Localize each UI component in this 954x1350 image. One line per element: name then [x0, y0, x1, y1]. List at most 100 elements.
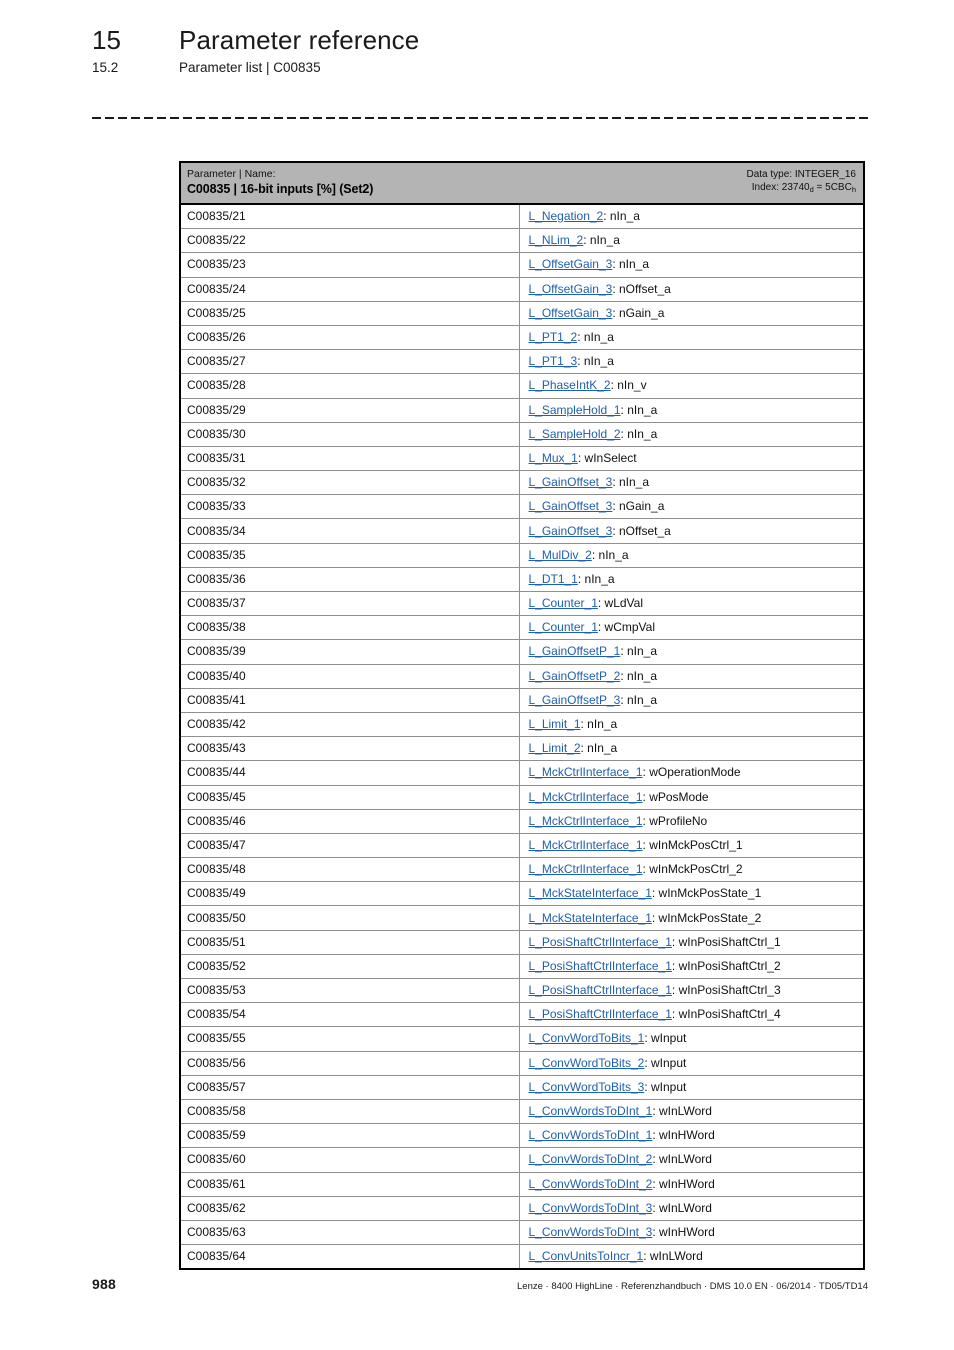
function-block-link[interactable]: L_Limit_1 — [528, 717, 580, 731]
parameter-cell: C00835/59 — [180, 1123, 521, 1148]
parameter-cell: C00835/34 — [180, 518, 521, 544]
parameter-id: C00835/32 — [187, 475, 246, 490]
table-row: C00835/29 L_SampleHold_1: nIn_a — [180, 397, 864, 423]
signal-cell: L_Mux_1: wInSelect — [519, 445, 864, 471]
function-block-link[interactable]: L_Negation_2 — [528, 209, 603, 223]
signal-text: L_MckCtrlInterface_1: wPosMode — [520, 790, 863, 805]
table-row: C00835/23 L_OffsetGain_3: nIn_a — [180, 252, 864, 278]
function-block-link[interactable]: L_MckStateInterface_1 — [528, 911, 651, 925]
function-block-link[interactable]: L_GainOffsetP_2 — [528, 669, 620, 683]
function-block-link[interactable]: L_PT1_3 — [528, 354, 577, 368]
signal-cell: L_OffsetGain_3: nOffset_a — [519, 276, 864, 302]
signal-cell: L_ConvUnitsToIncr_1: wInLWord — [519, 1244, 864, 1270]
parameter-cell: C00835/53 — [180, 977, 521, 1003]
function-block-link[interactable]: L_ConvWordsToDInt_2 — [528, 1177, 652, 1191]
section-heading: 15.2 Parameter list | C00835 — [92, 58, 868, 78]
function-block-link[interactable]: L_MulDiv_2 — [528, 548, 591, 562]
signal-cell: L_PhaseIntK_2: nIn_v — [519, 373, 864, 398]
signal-cell: L_DT1_1: nIn_a — [519, 566, 864, 592]
function-block-link[interactable]: L_ConvUnitsToIncr_1 — [528, 1249, 643, 1263]
function-block-link[interactable]: L_ConvWordToBits_2 — [528, 1056, 644, 1070]
table-row: C00835/42 L_Limit_1: nIn_a — [180, 711, 864, 737]
table-row: C00835/63 L_ConvWordsToDInt_3: wInHWord — [180, 1219, 864, 1245]
signal-cell: L_ConvWordsToDInt_3: wInHWord — [519, 1219, 864, 1245]
function-block-link[interactable]: L_MckCtrlInterface_1 — [528, 838, 642, 852]
parameter-id: C00835/37 — [187, 596, 246, 611]
signal-text: L_ConvWordsToDInt_2: wInLWord — [520, 1152, 863, 1167]
function-block-link[interactable]: L_ConvWordsToDInt_2 — [528, 1152, 652, 1166]
parameter-table-container: Parameter | Name: C00835 | 16-bit inputs… — [179, 161, 865, 1271]
index-prefix: Index: 23740 — [751, 181, 810, 193]
function-block-link[interactable]: L_MckCtrlInterface_1 — [528, 765, 642, 779]
parameter-cell: C00835/50 — [180, 905, 521, 931]
table-header-cell: Parameter | Name: C00835 | 16-bit inputs… — [180, 162, 864, 205]
parameter-cell: C00835/29 — [180, 397, 521, 423]
function-block-link[interactable]: L_PosiShaftCtrlInterface_1 — [528, 983, 671, 997]
function-block-link[interactable]: L_Mux_1 — [528, 451, 577, 465]
function-block-link[interactable]: L_PosiShaftCtrlInterface_1 — [528, 935, 671, 949]
function-block-link[interactable]: L_Counter_1 — [528, 596, 597, 610]
function-block-link[interactable]: L_GainOffsetP_1 — [528, 644, 620, 658]
signal-suffix: : wInput — [644, 1031, 687, 1046]
parameter-id: C00835/53 — [187, 983, 246, 998]
function-block-link[interactable]: L_ConvWordsToDInt_3 — [528, 1201, 652, 1215]
function-block-link[interactable]: L_GainOffset_3 — [528, 499, 612, 513]
index-subscript-h: h — [851, 184, 856, 194]
function-block-link[interactable]: L_ConvWordToBits_1 — [528, 1031, 644, 1045]
function-block-link[interactable]: L_SampleHold_2 — [528, 427, 620, 441]
function-block-link[interactable]: L_OffsetGain_3 — [528, 282, 612, 296]
signal-cell: L_MckCtrlInterface_1: wProfileNo — [519, 808, 864, 834]
signal-suffix: : wInPosiShaftCtrl_4 — [671, 1007, 781, 1022]
parameter-id: C00835/40 — [187, 668, 246, 683]
chapter-heading: 15 Parameter reference — [92, 24, 868, 56]
function-block-link[interactable]: L_PosiShaftCtrlInterface_1 — [528, 959, 671, 973]
parameter-cell: C00835/52 — [180, 953, 521, 979]
function-block-link[interactable]: L_MckCtrlInterface_1 — [528, 862, 642, 876]
function-block-link[interactable]: L_Counter_1 — [528, 620, 597, 634]
signal-text: L_Counter_1: wCmpVal — [520, 620, 863, 635]
function-block-link[interactable]: L_MckStateInterface_1 — [528, 886, 651, 900]
parameter-table: Parameter | Name: C00835 | 16-bit inputs… — [179, 161, 865, 1271]
signal-cell: L_GainOffsetP_1: nIn_a — [519, 639, 864, 665]
function-block-link[interactable]: L_MckCtrlInterface_1 — [528, 814, 642, 828]
parameter-cell: C00835/30 — [180, 421, 521, 447]
parameter-id: C00835/63 — [187, 1224, 246, 1239]
signal-cell: L_Counter_1: wLdVal — [519, 590, 864, 616]
signal-suffix: : nIn_a — [577, 354, 614, 369]
function-block-link[interactable]: L_GainOffset_3 — [528, 475, 612, 489]
function-block-link[interactable]: L_GainOffset_3 — [528, 524, 612, 538]
parameter-id: C00835/27 — [187, 354, 246, 369]
table-row: C00835/35 L_MulDiv_2: nIn_a — [180, 542, 864, 568]
table-row: C00835/55 L_ConvWordToBits_1: wInput — [180, 1026, 864, 1052]
function-block-link[interactable]: L_MckCtrlInterface_1 — [528, 790, 642, 804]
function-block-link[interactable]: L_ConvWordsToDInt_3 — [528, 1225, 652, 1239]
parameter-cell: C00835/54 — [180, 1002, 521, 1027]
function-block-link[interactable]: L_PosiShaftCtrlInterface_1 — [528, 1007, 671, 1021]
parameter-id: C00835/22 — [187, 233, 246, 248]
function-block-link[interactable]: L_SampleHold_1 — [528, 403, 620, 417]
parameter-cell: C00835/57 — [180, 1074, 521, 1100]
function-block-link[interactable]: L_OffsetGain_3 — [528, 306, 612, 320]
function-block-link[interactable]: L_NLim_2 — [528, 233, 583, 247]
function-block-link[interactable]: L_OffsetGain_3 — [528, 257, 612, 271]
signal-text: L_PT1_3: nIn_a — [520, 354, 863, 369]
function-block-link[interactable]: L_GainOffsetP_3 — [528, 693, 620, 707]
table-row: C00835/41 L_GainOffsetP_3: nIn_a — [180, 687, 864, 713]
signal-suffix: : wInPosiShaftCtrl_3 — [671, 983, 781, 998]
parameter-id: C00835/56 — [187, 1055, 246, 1070]
function-block-link[interactable]: L_DT1_1 — [528, 572, 577, 586]
signal-text: L_MckCtrlInterface_1: wInMckPosCtrl_1 — [520, 838, 863, 853]
function-block-link[interactable]: L_Limit_2 — [528, 741, 580, 755]
signal-text: L_PosiShaftCtrlInterface_1: wInPosiShaft… — [520, 1007, 863, 1022]
table-row: C00835/50 L_MckStateInterface_1: wInMckPo… — [180, 905, 864, 931]
function-block-link[interactable]: L_PhaseIntK_2 — [528, 378, 610, 392]
function-block-link[interactable]: L_ConvWordsToDInt_1 — [528, 1104, 652, 1118]
table-header-parameter-name: C00835 | 16-bit inputs [%] (Set2) — [187, 182, 374, 196]
table-row: C00835/62 L_ConvWordsToDInt_3: wInLWord — [180, 1195, 864, 1221]
function-block-link[interactable]: L_ConvWordsToDInt_1 — [528, 1128, 652, 1142]
signal-text: L_Limit_2: nIn_a — [520, 741, 863, 756]
function-block-link[interactable]: L_PT1_2 — [528, 330, 577, 344]
parameter-cell: C00835/35 — [180, 542, 521, 568]
signal-cell: L_MckCtrlInterface_1: wPosMode — [519, 784, 864, 810]
function-block-link[interactable]: L_ConvWordToBits_3 — [528, 1080, 644, 1094]
